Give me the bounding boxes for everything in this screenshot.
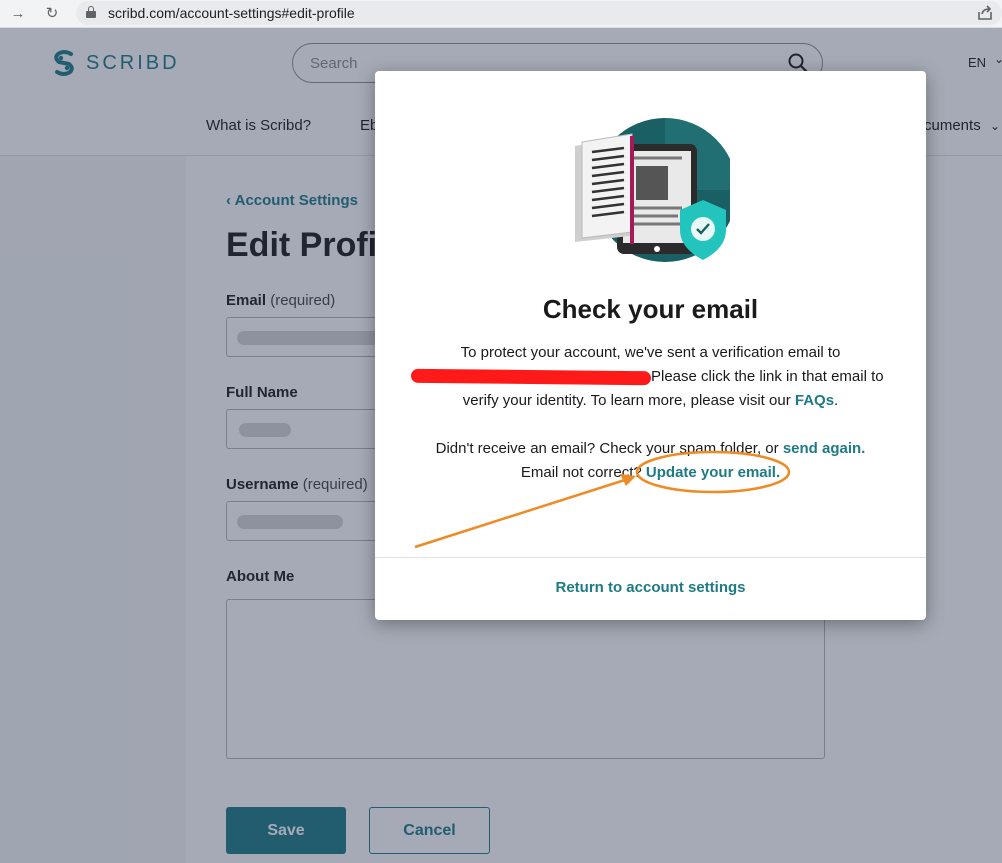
browser-toolbar: → ↻ scribd.com/account-settings#edit-pro…	[0, 0, 1002, 28]
redacted-email-address	[410, 368, 652, 386]
reload-icon[interactable]: ↻	[42, 4, 62, 24]
update-email-link[interactable]: Update your email.	[646, 464, 780, 481]
send-again-link[interactable]: send again.	[783, 440, 866, 457]
modal-message-line-4: Didn't receive an email? Check your spam…	[375, 440, 926, 457]
modal-divider	[375, 557, 926, 558]
modal-message-line-3: verify your identity. To learn more, ple…	[375, 392, 926, 409]
line4-text: Didn't receive an email? Check your spam…	[435, 440, 783, 457]
address-bar[interactable]: scribd.com/account-settings#edit-profile	[76, 1, 1002, 25]
line5-text: Email not correct?	[520, 464, 646, 481]
faqs-link[interactable]: FAQs	[795, 392, 834, 409]
modal-message-line-5: Email not correct? Update your email.	[375, 464, 926, 481]
modal-message-line-2: Please click the link in that email to	[651, 368, 884, 385]
line3-text: verify your identity. To learn more, ple…	[462, 392, 795, 409]
email-verification-illustration	[575, 118, 730, 262]
arrow-right-icon[interactable]: →	[8, 4, 28, 24]
check-email-modal: Check your email To protect your account…	[375, 71, 926, 620]
modal-title: Check your email	[542, 294, 759, 324]
line3-period: .	[834, 392, 839, 409]
page: SCRIBD Search EN ⌄ What is Scribd? Eb cu…	[0, 28, 1002, 863]
share-icon[interactable]	[976, 4, 994, 22]
lock-icon	[86, 6, 96, 18]
modal-message-line-1: To protect your account, we've sent a ve…	[460, 344, 841, 361]
return-to-account-settings-link[interactable]: Return to account settings	[375, 579, 926, 596]
url-text: scribd.com/account-settings#edit-profile	[108, 5, 355, 21]
